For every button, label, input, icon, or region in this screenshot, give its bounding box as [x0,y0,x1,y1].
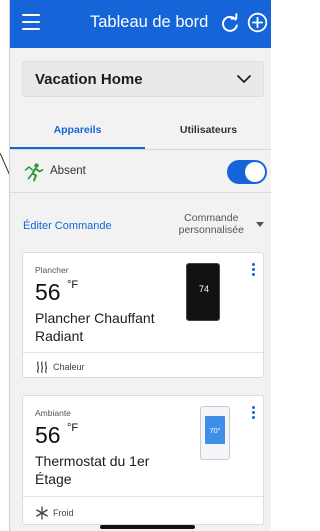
command-dropdown-line2: personnalisée [178,224,244,236]
away-label: Absent [50,165,86,177]
thermostat-display-reading: 74 [198,284,209,294]
heat-waves-icon [36,361,48,374]
away-toggle[interactable] [227,160,267,184]
away-mode-row: Absent [10,152,271,193]
thermostat-screen: 70° [205,416,225,444]
command-dropdown-line1: Commande [184,212,239,224]
device-card-ambient[interactable]: Ambiante 56 °F Thermostat du 1er Étage 7… [22,395,264,525]
temperature-unit: °F [67,279,79,291]
edit-command-link[interactable]: Éditer Commande [23,220,112,232]
tab-users[interactable]: Utilisateurs [145,118,271,150]
home-indicator [100,525,195,529]
caret-down-icon [256,222,264,227]
away-person-icon [24,163,44,182]
top-app-bar: Tableau de bord [10,0,271,48]
app-frame: Tableau de bord Vacation Home Appareils … [9,0,271,531]
device-mode: Chaleur [53,362,85,372]
card-divider [23,352,263,353]
hamburger-menu-icon[interactable] [22,14,40,30]
toggle-knob [245,162,265,182]
chevron-down-icon [237,75,251,83]
tab-devices[interactable]: Appareils [10,118,145,150]
location-selected-value: Vacation Home [35,70,143,88]
location-dropdown[interactable]: Vacation Home [22,61,264,97]
command-dropdown-label: Commande personnalisée [179,212,244,236]
device-zone: Ambiante [35,408,71,418]
thermostat-image: 70° [200,406,230,460]
refresh-icon[interactable] [220,13,240,33]
more-options-icon[interactable] [249,406,257,424]
away-divider [10,192,271,193]
thermostat-display-reading: 70° [209,426,221,435]
more-options-icon[interactable] [249,263,257,281]
device-zone: Plancher [35,265,69,275]
tabs-divider [10,149,271,150]
device-card-floor[interactable]: Plancher 56 °F Plancher Chauffant Radian… [22,252,264,378]
device-temperature: 56 [35,422,61,448]
tab-bar: Appareils Utilisateurs [10,118,271,150]
command-dropdown[interactable]: Commande personnalisée [170,212,270,240]
snowflake-icon [36,506,48,520]
device-name: Thermostat du 1er Étage [35,453,150,487]
device-name: Plancher Chauffant Radiant [35,310,155,344]
device-mode: Froid [53,508,74,518]
add-circle-icon[interactable] [247,12,268,33]
thermostat-image: 74 [186,263,220,321]
device-temperature: 56 [35,279,61,305]
card-divider [23,496,263,497]
temperature-unit: °F [67,422,79,434]
page-title: Tableau de bord [90,13,209,31]
